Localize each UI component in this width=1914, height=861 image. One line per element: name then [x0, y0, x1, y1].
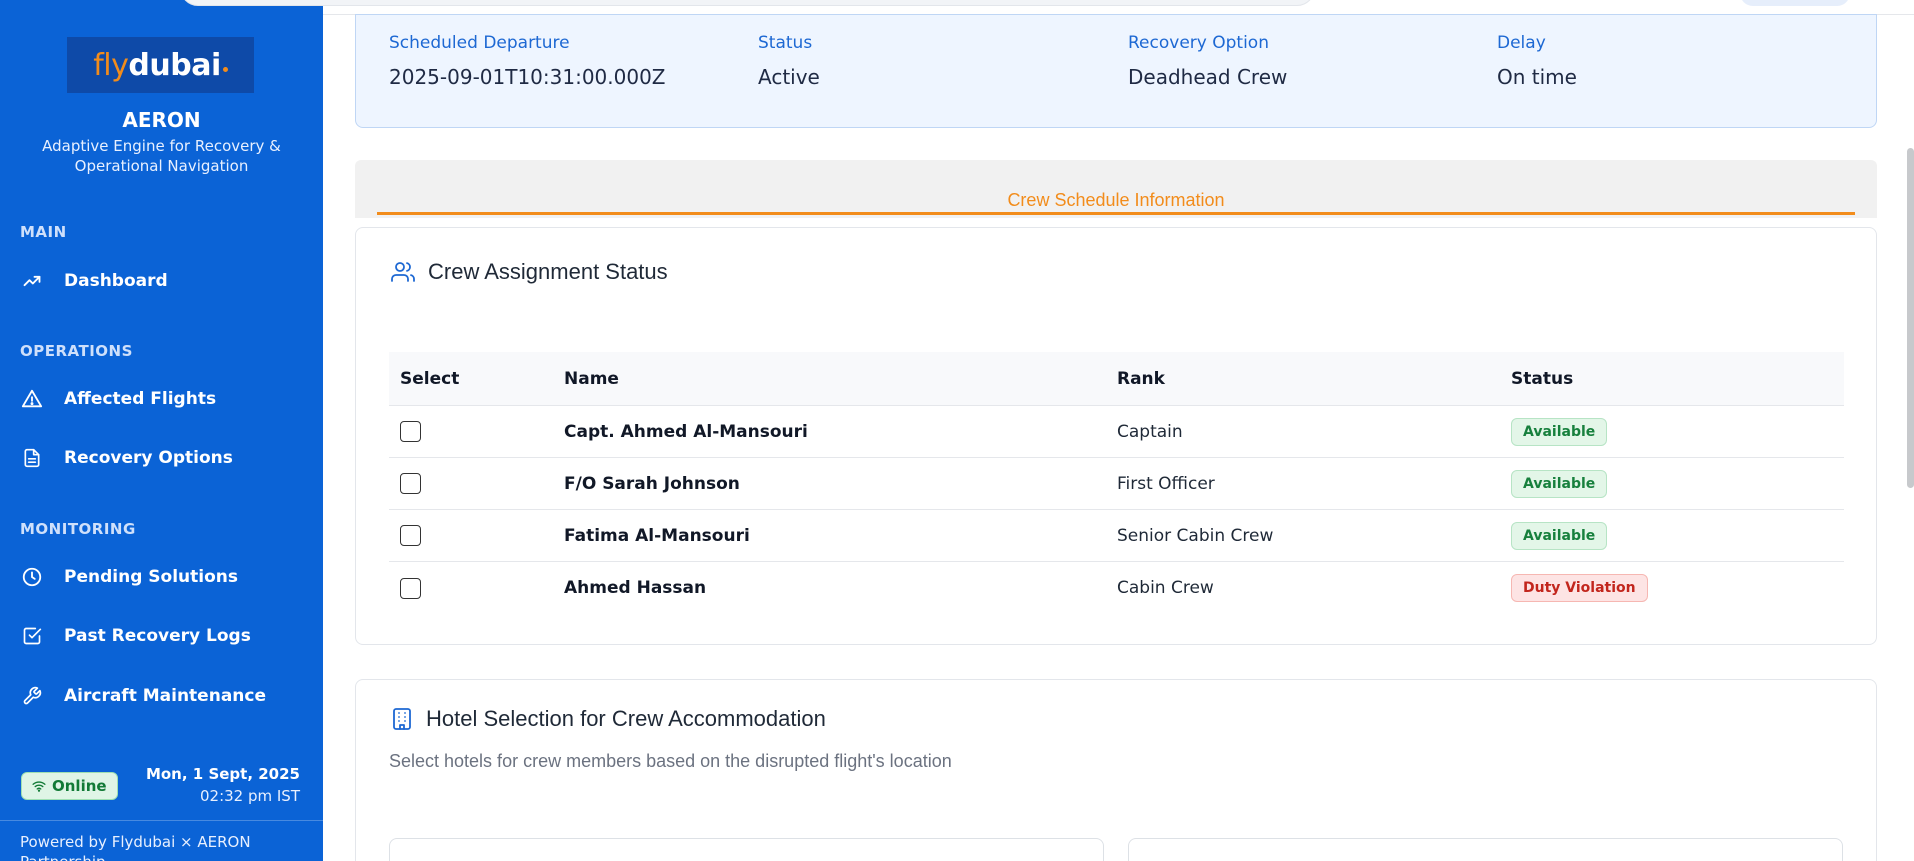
alert-triangle-icon: [20, 387, 44, 411]
column-header-rank: Rank: [1117, 368, 1165, 389]
file-text-icon: [20, 446, 44, 470]
sidebar-item-label: Pending Solutions: [64, 567, 238, 587]
top-right-button[interactable]: [1740, 0, 1850, 6]
status-badge: Available: [1511, 521, 1608, 550]
field-label: Scheduled Departure: [389, 33, 570, 53]
app-window: flydubai AERON Adaptive Engine for Recov…: [0, 0, 1914, 861]
column-header-select: Select: [400, 368, 460, 389]
table-row: Capt. Ahmed Al-Mansouri Captain Availabl…: [389, 406, 1844, 458]
hotel-selection-panel: Hotel Selection for Crew Accommodation S…: [355, 679, 1877, 861]
crew-table: Select Name Rank Status Capt. Ahmed Al-M…: [389, 352, 1844, 614]
online-status-badge: Online: [21, 772, 118, 800]
table-row: Fatima Al-Mansouri Senior Cabin Crew Ava…: [389, 510, 1844, 562]
crew-rank: Cabin Crew: [1117, 578, 1214, 598]
panel-title: Crew Assignment Status: [390, 259, 668, 285]
delay-field: Delay On time: [1497, 33, 1577, 89]
scheduled-departure-field: Scheduled Departure 2025-09-01T10:31:00.…: [389, 33, 666, 89]
building-icon: [393, 708, 411, 730]
crew-assignment-panel: Crew Assignment Status Select Name Rank …: [355, 227, 1877, 645]
tab-crew-schedule-information[interactable]: Crew Schedule Information: [355, 190, 1877, 211]
check-square-icon: [20, 624, 44, 648]
page-scrollbar[interactable]: [1907, 148, 1914, 488]
row-select-checkbox[interactable]: [400, 473, 421, 494]
panel-subtitle: Select hotels for crew members based on …: [389, 751, 952, 771]
field-value: Active: [758, 65, 820, 89]
sidebar-date: Mon, 1 Sept, 2025: [145, 765, 300, 783]
section-label-monitoring: MONITORING: [20, 520, 136, 538]
sidebar-divider: [0, 820, 323, 821]
crew-rank: First Officer: [1117, 473, 1215, 494]
wrench-icon: [20, 684, 44, 708]
sidebar: flydubai AERON Adaptive Engine for Recov…: [0, 0, 323, 861]
row-select-checkbox[interactable]: [400, 577, 421, 599]
column-header-name: Name: [564, 368, 619, 389]
crew-name: Fatima Al-Mansouri: [564, 525, 750, 546]
crew-name: Ahmed Hassan: [564, 578, 707, 598]
tab-strip: Crew Schedule Information: [355, 160, 1877, 218]
top-search-bar[interactable]: [180, 0, 1315, 6]
wifi-icon: [32, 781, 46, 792]
hotel-card[interactable]: [1128, 838, 1843, 861]
table-row: F/O Sarah Johnson First Officer Availabl…: [389, 458, 1844, 510]
clock-icon: [20, 565, 44, 589]
crew-rank: Senior Cabin Crew: [1117, 525, 1274, 546]
crew-rank: Captain: [1117, 421, 1183, 442]
active-tab-indicator: [377, 212, 1855, 215]
table-row: Ahmed Hassan Cabin Crew Duty Violation: [389, 562, 1844, 614]
recovery-option-field: Recovery Option Deadhead Crew: [1128, 33, 1287, 89]
sidebar-item-recovery-options[interactable]: Recovery Options: [20, 438, 303, 478]
sidebar-item-label: Affected Flights: [64, 389, 217, 409]
field-label: Recovery Option: [1128, 33, 1269, 53]
section-label-main: MAIN: [20, 223, 67, 241]
crew-name: Capt. Ahmed Al-Mansouri: [564, 421, 808, 442]
column-header-status: Status: [1511, 368, 1574, 389]
sidebar-item-pending-solutions[interactable]: Pending Solutions: [20, 557, 303, 597]
users-icon: [391, 262, 415, 282]
sidebar-item-affected-flights[interactable]: Affected Flights: [20, 379, 303, 419]
powered-by-text: Powered by Flydubai × AERON Partnership: [20, 833, 251, 861]
sidebar-time: 02:32 pm IST: [199, 787, 300, 805]
brand-title: AERON: [122, 108, 201, 132]
sidebar-item-aircraft-maintenance[interactable]: Aircraft Maintenance: [20, 676, 303, 716]
sidebar-item-label: Recovery Options: [64, 448, 233, 468]
hotel-card[interactable]: [389, 838, 1104, 861]
table-header: Select Name Rank Status: [389, 352, 1844, 406]
trending-up-icon: [20, 269, 44, 293]
sidebar-item-past-recovery-logs[interactable]: Past Recovery Logs: [20, 616, 303, 656]
section-label-operations: OPERATIONS: [20, 342, 133, 360]
sidebar-item-label: Past Recovery Logs: [64, 626, 251, 646]
field-value: Deadhead Crew: [1128, 65, 1288, 89]
status-badge: Available: [1511, 469, 1608, 498]
field-value: 2025-09-01T10:31:00.000Z: [389, 65, 666, 89]
sidebar-item-label: Aircraft Maintenance: [64, 686, 266, 706]
brand-subtitle: Adaptive Engine for Recovery & Operation…: [42, 137, 281, 175]
status-field: Status Active: [758, 33, 820, 89]
status-badge: Available: [1511, 417, 1608, 446]
field-label: Status: [758, 33, 813, 53]
sidebar-item-label: Dashboard: [64, 271, 168, 291]
sidebar-item-dashboard[interactable]: Dashboard: [20, 261, 303, 301]
row-select-checkbox[interactable]: [400, 525, 421, 546]
crew-name: F/O Sarah Johnson: [564, 473, 740, 494]
field-label: Delay: [1497, 33, 1546, 53]
flight-info-card: Scheduled Departure 2025-09-01T10:31:00.…: [355, 14, 1877, 128]
field-value: On time: [1497, 65, 1577, 89]
flydubai-logo: flydubai: [67, 37, 254, 93]
status-badge: Duty Violation: [1511, 574, 1648, 602]
panel-title: Hotel Selection for Crew Accommodation: [390, 706, 826, 732]
row-select-checkbox[interactable]: [400, 421, 421, 442]
